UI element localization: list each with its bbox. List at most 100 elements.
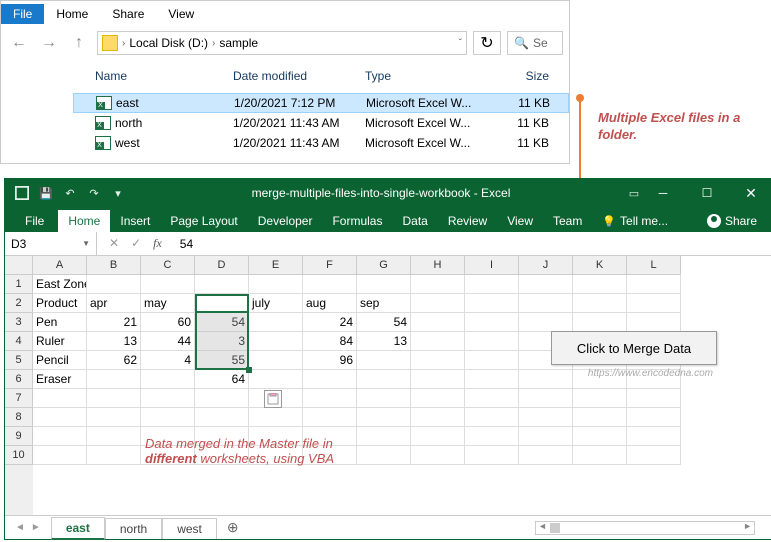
row-header[interactable]: 1 — [5, 275, 33, 294]
cell[interactable] — [33, 427, 87, 446]
cell[interactable]: Ruler — [33, 332, 87, 351]
cell[interactable] — [87, 427, 141, 446]
cell[interactable] — [519, 370, 573, 389]
cell[interactable]: Product — [33, 294, 87, 313]
cell[interactable] — [627, 294, 681, 313]
cell[interactable] — [573, 408, 627, 427]
ribbon-tab-review[interactable]: Review — [438, 210, 497, 232]
cell[interactable] — [87, 275, 141, 294]
column-header[interactable]: A — [33, 256, 87, 275]
cell[interactable]: 96 — [303, 351, 357, 370]
cell[interactable] — [465, 370, 519, 389]
enter-formula-icon[interactable]: ✓ — [131, 236, 141, 251]
explorer-tab-share[interactable]: Share — [100, 4, 156, 24]
qat-dropdown-icon[interactable]: ▾ — [111, 186, 125, 200]
cell[interactable] — [573, 427, 627, 446]
cell[interactable]: 4 — [141, 351, 195, 370]
cell[interactable] — [411, 294, 465, 313]
cell[interactable] — [519, 313, 573, 332]
breadcrumb-part[interactable]: sample — [219, 36, 258, 50]
ribbon-options-icon[interactable]: ▭ — [627, 186, 641, 200]
explorer-tab-home[interactable]: Home — [44, 4, 100, 24]
cell[interactable] — [411, 408, 465, 427]
cell[interactable]: Eraser — [33, 370, 87, 389]
col-header-type[interactable]: Type — [365, 69, 495, 83]
row-header[interactable]: 9 — [5, 427, 33, 446]
ribbon-tab-team[interactable]: Team — [543, 210, 592, 232]
chevron-down-icon[interactable]: ▼ — [82, 239, 90, 248]
cell[interactable] — [519, 408, 573, 427]
cell[interactable] — [411, 275, 465, 294]
cell[interactable] — [519, 389, 573, 408]
formula-bar[interactable]: 54 — [174, 237, 771, 251]
cell[interactable] — [357, 370, 411, 389]
cell[interactable] — [465, 351, 519, 370]
cell[interactable] — [465, 275, 519, 294]
col-header-size[interactable]: Size — [495, 69, 549, 83]
col-header-name[interactable]: Name — [73, 69, 233, 83]
explorer-tab-file[interactable]: File — [1, 4, 44, 24]
column-header[interactable]: K — [573, 256, 627, 275]
merge-data-button[interactable]: Click to Merge Data — [551, 331, 717, 365]
cell[interactable] — [141, 275, 195, 294]
cell[interactable] — [627, 446, 681, 465]
cell[interactable]: 13 — [87, 332, 141, 351]
cell[interactable]: jun — [195, 294, 249, 313]
ribbon-tab-developer[interactable]: Developer — [248, 210, 323, 232]
cell[interactable]: 55 — [195, 351, 249, 370]
row-header[interactable]: 2 — [5, 294, 33, 313]
cell[interactable] — [519, 294, 573, 313]
sheet-tab-east[interactable]: east — [51, 517, 105, 540]
cell[interactable] — [303, 408, 357, 427]
cell[interactable] — [249, 332, 303, 351]
name-box[interactable]: D3 ▼ — [5, 232, 97, 255]
row-header[interactable]: 3 — [5, 313, 33, 332]
cell[interactable] — [87, 370, 141, 389]
cell[interactable] — [411, 427, 465, 446]
ribbon-tab-view[interactable]: View — [497, 210, 543, 232]
cell[interactable] — [357, 389, 411, 408]
ribbon-tab-pagelayout[interactable]: Page Layout — [160, 210, 247, 232]
sheet-tab-north[interactable]: north — [105, 518, 162, 539]
cell[interactable]: july — [249, 294, 303, 313]
cell[interactable] — [303, 389, 357, 408]
row-header[interactable]: 5 — [5, 351, 33, 370]
fill-handle[interactable] — [246, 367, 252, 373]
cell[interactable]: Pen — [33, 313, 87, 332]
cell[interactable] — [411, 351, 465, 370]
cell[interactable] — [195, 275, 249, 294]
ribbon-tab-file[interactable]: File — [11, 210, 58, 232]
column-header[interactable]: J — [519, 256, 573, 275]
cell[interactable]: 54 — [357, 313, 411, 332]
cell[interactable] — [465, 332, 519, 351]
ribbon-tab-data[interactable]: Data — [392, 210, 437, 232]
cell[interactable] — [33, 446, 87, 465]
file-row[interactable]: east1/20/2021 7:12 PMMicrosoft Excel W..… — [73, 93, 569, 113]
nav-forward-icon[interactable]: → — [37, 31, 61, 55]
cell[interactable] — [627, 313, 681, 332]
cell[interactable] — [411, 446, 465, 465]
add-sheet-button[interactable]: ⊕ — [217, 519, 249, 536]
nav-back-icon[interactable]: ← — [7, 31, 31, 55]
cell[interactable]: 24 — [303, 313, 357, 332]
cell[interactable] — [357, 427, 411, 446]
cell[interactable]: sep — [357, 294, 411, 313]
cell[interactable] — [87, 408, 141, 427]
cell[interactable] — [195, 408, 249, 427]
ribbon-tab-formulas[interactable]: Formulas — [322, 210, 392, 232]
cell[interactable] — [573, 389, 627, 408]
cell[interactable] — [141, 408, 195, 427]
cell[interactable]: 13 — [357, 332, 411, 351]
column-header[interactable]: C — [141, 256, 195, 275]
cell[interactable] — [411, 370, 465, 389]
explorer-tab-view[interactable]: View — [156, 4, 206, 24]
cell[interactable] — [627, 427, 681, 446]
chevron-down-icon[interactable]: ˇ — [459, 38, 462, 49]
column-header[interactable]: I — [465, 256, 519, 275]
column-header[interactable]: L — [627, 256, 681, 275]
cell[interactable] — [141, 389, 195, 408]
breadcrumb-part[interactable]: Local Disk (D:) — [129, 36, 208, 50]
column-header[interactable]: F — [303, 256, 357, 275]
cell[interactable]: apr — [87, 294, 141, 313]
maximize-button[interactable]: ☐ — [685, 179, 729, 207]
